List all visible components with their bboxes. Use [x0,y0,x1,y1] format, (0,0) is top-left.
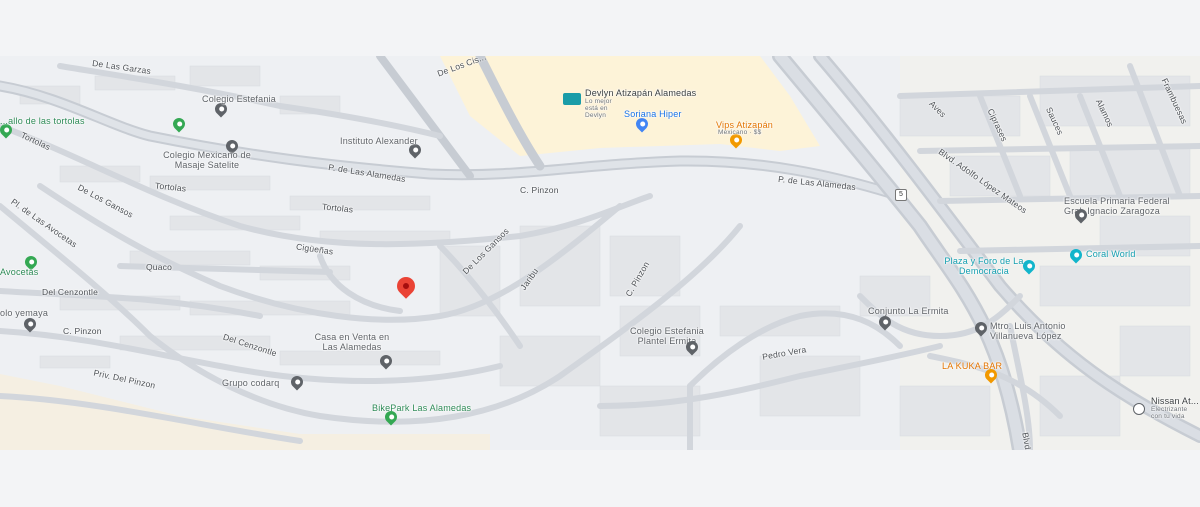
place-sublabel: Mexicano · $$ [718,129,762,136]
place-label[interactable]: Colegio Estefania Plantel Ermita [622,326,712,346]
car-dealer-icon[interactable] [1133,403,1145,415]
place-label[interactable]: Colegio Mexicano de Masaje Satelite [162,150,252,170]
street-label: Quaco [146,262,173,272]
place-label[interactable]: Colegio Estefania [202,94,276,104]
place-sublabel: Electrizante con tu vida [1151,406,1188,420]
devlyn-logo[interactable] [563,93,581,105]
place-label[interactable]: Nissan At... [1151,396,1199,406]
place-label[interactable]: Plaza y Foro de La Democracia [944,256,1024,276]
place-label[interactable]: Mtro. Luis Antonio Villanueva López [990,321,1086,341]
place-label[interactable]: Devlyn Atizapán Alamedas [585,88,696,98]
street-label: C. Pinzon [520,185,559,195]
place-label[interactable]: Avocetas [0,267,38,277]
place-label[interactable]: Grupo codarq [222,378,279,388]
place-label[interactable]: Instituto Alexander [340,136,418,146]
map-canvas[interactable]: De Las Garzas Tortolas P. de Las Alameda… [0,56,1200,450]
place-label[interactable]: ...allo de las tortolas [0,116,85,126]
place-sublabel: Lo mejor está en Devlyn [585,98,612,119]
place-label[interactable]: Coral World [1086,249,1136,259]
route-shield: 5 [895,189,907,201]
street-label: Del Cenzontle [42,287,98,297]
place-label[interactable]: olo yemaya [0,308,48,318]
place-label[interactable]: Soriana Hiper [624,109,682,119]
place-label[interactable]: Conjunto La Ermita [868,306,949,316]
street-label: C. Pinzon [63,326,102,336]
place-label[interactable]: Casa en Venta en Las Alamedas [312,332,392,352]
